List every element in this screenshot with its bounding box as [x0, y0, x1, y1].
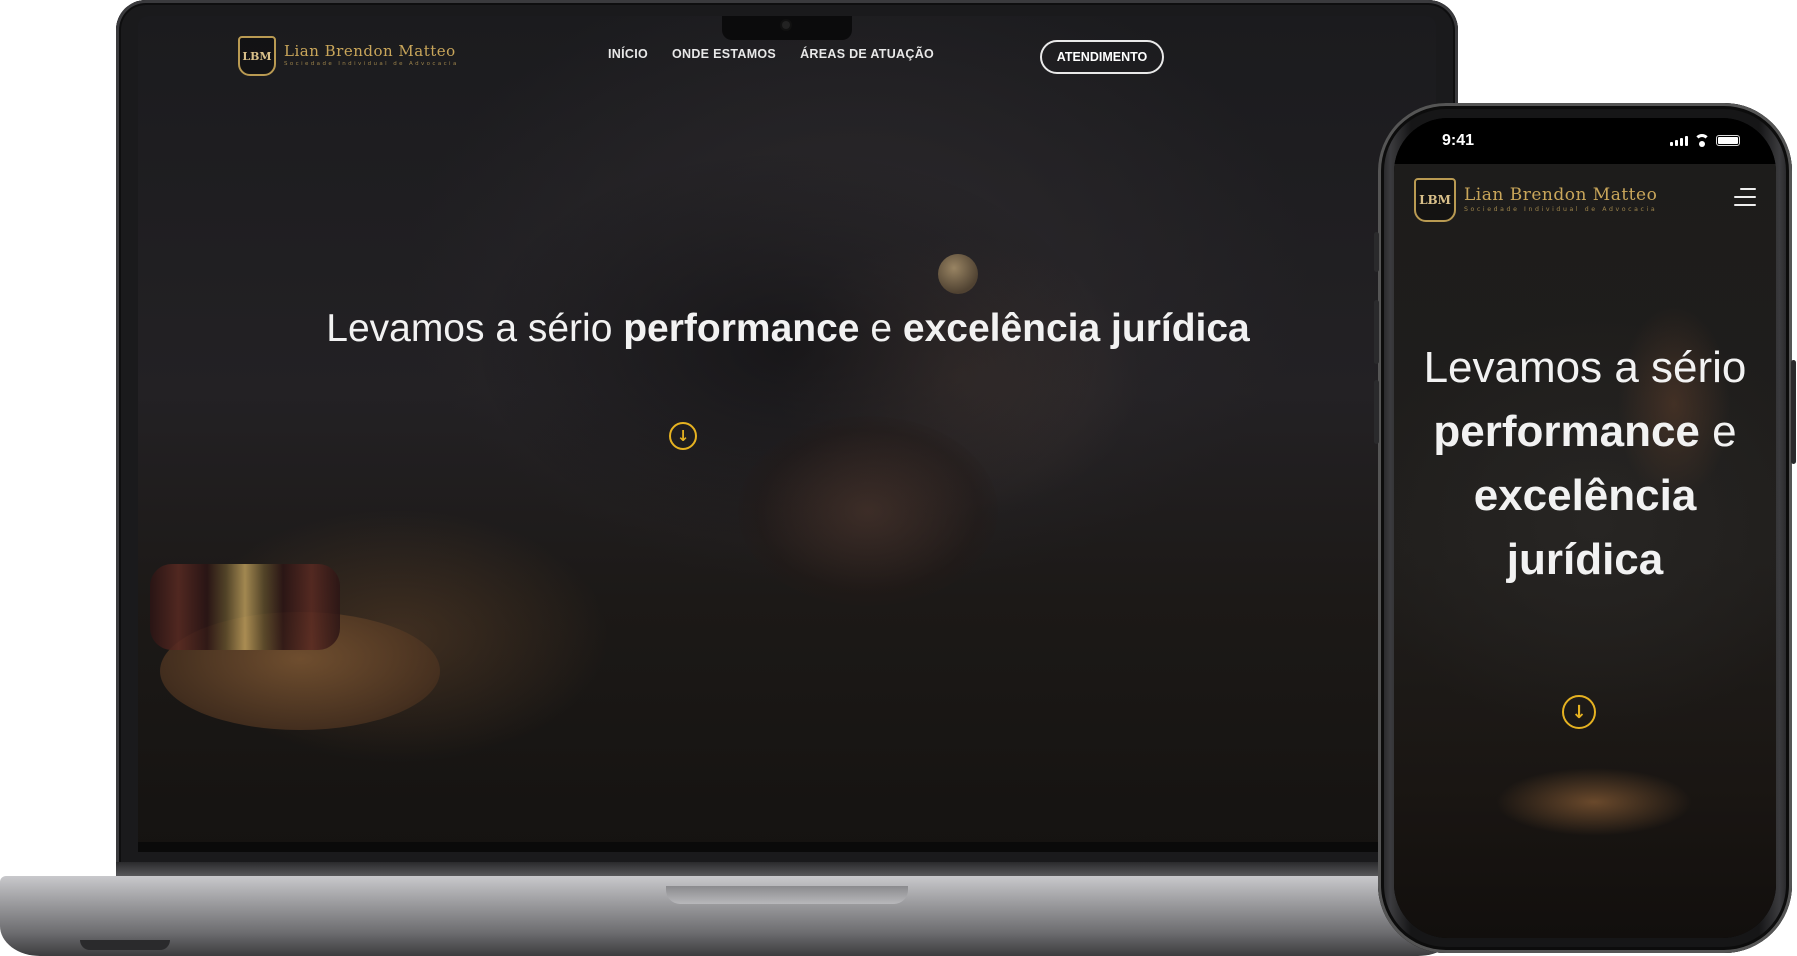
wifi-icon — [1694, 134, 1710, 147]
phone-page: LBM Lian Brendon Matteo Sociedade Indivi… — [1394, 164, 1776, 938]
laptop-screen: LBM Lian Brendon Matteo Sociedade Indivi… — [138, 16, 1436, 852]
screen-bottom-bezel — [138, 842, 1436, 852]
hero-title: Levamos a sério performance e excelência… — [258, 304, 1318, 354]
hero-background-hands — [738, 416, 998, 606]
phone-volume-up-button — [1374, 300, 1379, 364]
hamburger-menu-icon[interactable] — [1734, 188, 1756, 212]
phone-screen: 9:41 LBM Lian Brendon Matteo Sociedade I… — [1394, 118, 1776, 938]
hero-text-bold-2: excelência jurídica — [1473, 471, 1697, 584]
arrow-down-circle-icon[interactable]: ↓ — [669, 422, 697, 450]
logo-emblem-icon: LBM — [238, 36, 276, 76]
logo-emblem-icon: LBM — [1414, 178, 1456, 222]
nav-item-inicio[interactable]: INÍCIO — [608, 47, 648, 61]
hero-text-connector: e — [1712, 407, 1737, 456]
camera-icon — [782, 21, 790, 29]
site-logo-mobile[interactable]: LBM Lian Brendon Matteo Sociedade Indivi… — [1414, 178, 1657, 222]
hero-text-regular: Levamos a sério — [326, 307, 613, 350]
hero-text-bold-1: performance — [1433, 407, 1700, 456]
phone-volume-down-button — [1374, 380, 1379, 444]
phone-side-button — [1374, 232, 1379, 272]
gavel-image — [150, 564, 340, 650]
phone-power-button — [1791, 360, 1796, 464]
nav-item-onde-estamos[interactable]: ONDE ESTAMOS — [672, 47, 776, 61]
status-time: 9:41 — [1442, 132, 1475, 149]
hero-title-mobile: Levamos a sério performance e excelência… — [1408, 336, 1762, 592]
logo-subtitle: Sociedade Individual de Advocacia — [284, 61, 459, 68]
signal-icon — [1670, 136, 1688, 146]
laptop-foot — [80, 940, 170, 950]
atendimento-button[interactable]: ATENDIMENTO — [1040, 40, 1164, 74]
logo-subtitle: Sociedade Individual de Advocacia — [1464, 205, 1658, 213]
hero-text-regular: Levamos a sério — [1423, 343, 1747, 392]
status-bar: 9:41 — [1394, 118, 1776, 164]
nav-item-areas-de-atuacao[interactable]: ÁREAS DE ATUAÇÃO — [800, 47, 934, 61]
laptop-opening-groove — [666, 886, 908, 904]
logo-name: Lian Brendon Matteo — [1464, 184, 1658, 205]
battery-icon — [1716, 135, 1740, 146]
hero-background-button — [938, 254, 978, 294]
hero-text-bold-1: performance — [623, 307, 860, 350]
site-logo[interactable]: LBM Lian Brendon Matteo Sociedade Indivi… — [238, 36, 459, 76]
main-nav: INÍCIO ONDE ESTAMOS ÁREAS DE ATUAÇÃO — [608, 47, 934, 61]
logo-name: Lian Brendon Matteo — [284, 42, 456, 61]
arrow-down-circle-icon[interactable]: ↓ — [1562, 695, 1596, 729]
hero-text-bold-2: excelência jurídica — [902, 307, 1250, 350]
hero-text-connector: e — [870, 307, 893, 350]
